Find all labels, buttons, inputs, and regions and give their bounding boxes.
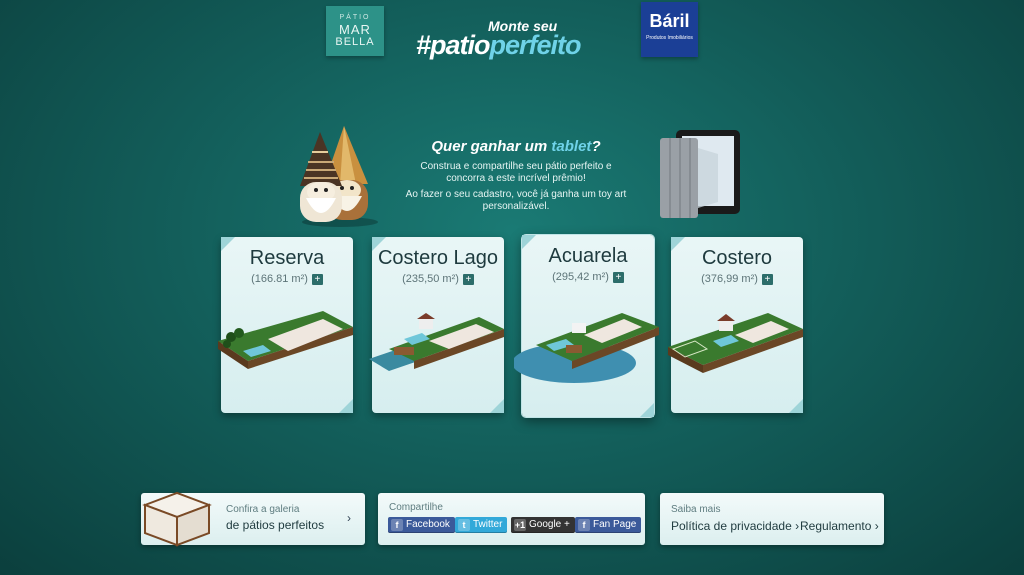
patio-area-value: (166.81 m²) (251, 273, 308, 285)
patio-lot-illustration (218, 311, 353, 369)
patio-card-costero-lago[interactable]: Costero Lago (235,50 m²) + (369, 237, 504, 413)
headline-accent-text: perfeito (489, 30, 582, 60)
patio-name: Reserva (249, 247, 325, 269)
baril-logo-name: Báril (649, 11, 690, 31)
promo-title-end: ? (591, 138, 601, 155)
headline-hashtag: #patioperfeito (416, 30, 582, 61)
promo-title-highlight: tablet (551, 138, 592, 155)
patio-area-value: (376,99 m²) (701, 273, 758, 285)
patio-card-reserva[interactable]: Reserva (166.81 m²) + (218, 237, 353, 413)
card-corner-fold (490, 399, 504, 413)
headline-hash-text: #patio (416, 30, 491, 60)
patio-name: Costero (701, 247, 773, 269)
more-info-title: Saiba mais (671, 504, 721, 515)
patio-lot-illustration (514, 313, 659, 383)
more-info-panel: Saiba mais Política de privacidade › Reg… (660, 493, 884, 545)
gallery-label-line2: de pátios perfeitos (226, 518, 325, 532)
logo-main-text: MAR (339, 22, 371, 37)
promo-title-start: Quer ganhar um (431, 138, 552, 155)
baril-logo-tagline: Produtos Imobiliários (646, 35, 693, 41)
card-corner-fold (640, 403, 654, 417)
google-plus-share-button[interactable]: +1 Google + (511, 517, 575, 533)
promo-line-1: Construa e compartilhe seu pátio perfeit… (420, 161, 612, 184)
gnome-toys-image (300, 126, 378, 227)
campaign-headline: Monte seu #patioperfeito (410, 18, 615, 61)
patio-area-value: (295,42 m²) (552, 271, 609, 283)
promo-line-2: Ao fazer o seu cadastro, você já ganha u… (405, 189, 627, 212)
patio-marbella-logo[interactable]: PÁTIO MAR BELLA (326, 6, 384, 56)
gallery-label-line1: Confira a galeria (226, 504, 300, 515)
share-title: Compartilhe (389, 502, 443, 513)
patio-name: Acuarela (548, 245, 628, 267)
patio-area: (166.81 m²) + (221, 273, 353, 285)
twitter-label: Twitter (473, 519, 503, 530)
card-corner-fold (789, 399, 803, 413)
baril-logo[interactable]: Báril Produtos Imobiliários (641, 2, 698, 57)
patio-area-value: (235,50 m²) (402, 273, 459, 285)
patio-name: Costero Lago (377, 247, 499, 269)
plus-icon[interactable]: + (612, 271, 624, 283)
logo-pre-text: PÁTIO (339, 14, 371, 21)
twitter-share-button[interactable]: t Twitter (455, 517, 508, 533)
patio-area: (295,42 m²) + (522, 271, 654, 283)
facebook-share-button[interactable]: f Facebook (388, 517, 455, 533)
patio-lot-illustration (668, 313, 803, 373)
logo-sub-text: BELLA (335, 36, 375, 48)
gallery-box-icon (142, 491, 212, 547)
tablet-prize-image (660, 130, 740, 218)
fan-page-label: Fan Page (593, 519, 637, 530)
twitter-icon: t (458, 519, 470, 531)
facebook-label: Facebook (406, 519, 450, 530)
patio-card-costero[interactable]: Costero (376,99 m²) + (668, 237, 803, 413)
card-corner-fold (339, 399, 353, 413)
patio-area: (235,50 m²) + (372, 273, 504, 285)
promo-title: Quer ganhar um tablet? (400, 138, 632, 155)
plus-icon[interactable]: + (311, 273, 323, 285)
patio-card-acuarela[interactable]: Acuarela (295,42 m²) + (514, 235, 659, 417)
patio-area: (376,99 m²) + (671, 273, 803, 285)
patio-lot-illustration (369, 313, 504, 371)
facebook-icon: f (578, 519, 590, 531)
facebook-icon: f (391, 519, 403, 531)
privacy-policy-link[interactable]: Política de privacidade › (671, 519, 799, 533)
plus-icon[interactable]: + (761, 273, 773, 285)
fan-page-button[interactable]: f Fan Page (575, 517, 642, 533)
rules-link[interactable]: Regulamento › (800, 519, 879, 533)
chevron-right-icon: › (347, 511, 351, 525)
google-plus-label: Google + (529, 519, 570, 530)
plus-icon[interactable]: + (462, 273, 474, 285)
share-panel: Compartilhe f Facebook t Twitter +1 Google … (378, 493, 645, 545)
promo-text: Quer ganhar um tablet? Construa e compar… (400, 138, 632, 217)
gallery-panel[interactable]: Confira a galeria de pátios perfeitos › (141, 491, 365, 547)
google-plus-icon: +1 (514, 519, 526, 531)
